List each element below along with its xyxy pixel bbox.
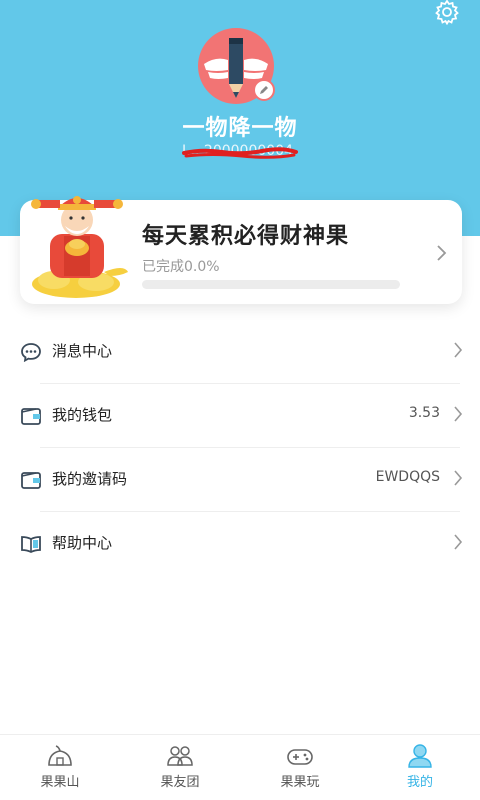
redaction-scribble (182, 147, 298, 159)
tab-mine[interactable]: 我的 (360, 735, 480, 800)
chevron-right-icon (454, 534, 463, 550)
god-of-wealth-illustration (31, 196, 128, 298)
tab-label: 果友团 (160, 775, 200, 790)
menu-value: 3.53 (408, 405, 440, 421)
menu-label: 消息中心 (52, 342, 113, 360)
menu-list: 消息中心 我的钱包 3.53 我的邀请码 EWDQQS 帮助中心 (0, 320, 480, 576)
tab-label: 果果山 (40, 775, 80, 790)
menu-item-message-center[interactable]: 消息中心 (0, 320, 480, 384)
user-icon (408, 744, 432, 768)
settings-button[interactable] (430, 0, 464, 25)
tab-label: 果果玩 (280, 775, 320, 790)
group-icon (167, 746, 193, 766)
gamepad-icon (287, 749, 313, 765)
task-progress-text: 已完成0.0% (142, 259, 220, 275)
tab-fruit-mountain[interactable]: 果果山 (0, 735, 120, 800)
book-icon (21, 536, 41, 554)
tab-fruit-group[interactable]: 果友团 (120, 735, 240, 800)
chevron-right-icon (454, 342, 463, 358)
menu-value: EWDQQS (375, 469, 440, 485)
tab-label: 我的 (406, 775, 433, 790)
username: 一物降一物 (182, 116, 298, 141)
menu-item-my-wallet[interactable]: 我的钱包 3.53 (0, 384, 480, 448)
message-bubble-icon (21, 343, 41, 362)
gear-icon (435, 0, 459, 25)
bottom-tab-bar: 果果山 果友团 果果玩 我的 (0, 734, 480, 800)
menu-item-help-center[interactable]: 帮助中心 (0, 512, 480, 576)
menu-item-invite-code[interactable]: 我的邀请码 EWDQQS (0, 448, 480, 512)
chevron-right-icon[interactable] (436, 244, 448, 262)
menu-label: 帮助中心 (52, 534, 113, 552)
task-progress-bar (142, 280, 400, 289)
edit-avatar-button[interactable] (253, 79, 275, 101)
tab-fruit-play[interactable]: 果果玩 (240, 735, 360, 800)
wallet-icon (21, 472, 41, 489)
pencil-icon (260, 86, 268, 94)
menu-label: 我的邀请码 (52, 470, 128, 488)
task-title: 每天累积必得财神果 (142, 224, 350, 249)
chevron-right-icon (454, 406, 463, 422)
wallet-icon (21, 408, 41, 425)
chevron-right-icon (454, 470, 463, 486)
user-id: I... 2000000004 (182, 143, 298, 163)
fruit-mountain-icon (48, 745, 72, 766)
menu-label: 我的钱包 (52, 406, 113, 424)
